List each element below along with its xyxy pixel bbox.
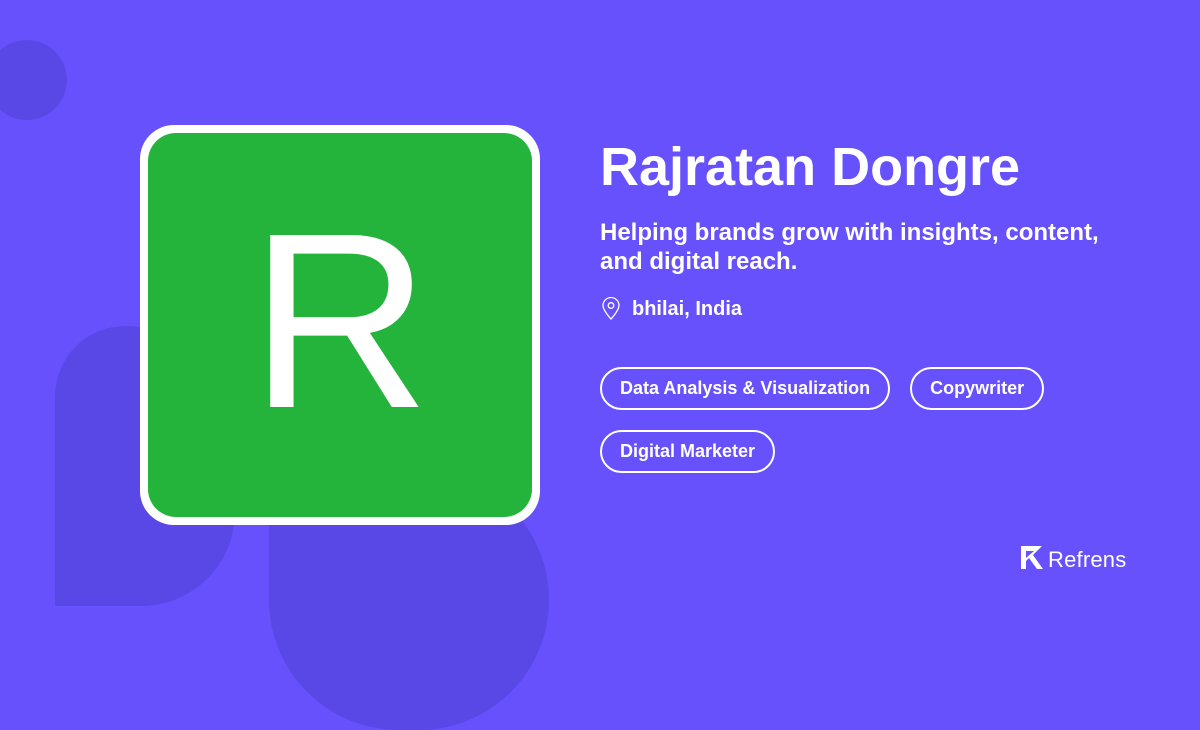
profile-tagline: Helping brands grow with insights, conte… — [600, 219, 1099, 275]
location-text: bhilai, India — [632, 297, 743, 320]
profile-location: bhilai, India — [600, 297, 742, 321]
decorative-circle — [0, 40, 67, 120]
skill-tag: Data Analysis & Visualization — [600, 367, 891, 410]
brand-logo: Refrens — [1019, 544, 1126, 576]
brand-name: Refrens — [1048, 547, 1127, 572]
avatar-initial: R — [249, 181, 431, 460]
avatar-background: R — [148, 133, 532, 517]
avatar: R — [140, 125, 540, 525]
skill-tag: Digital Marketer — [600, 430, 776, 473]
profile-name: Rajratan Dongre — [600, 137, 1021, 197]
refrens-logo-icon — [1019, 544, 1044, 576]
skill-tags: Data Analysis & Visualization Copywriter… — [600, 367, 1120, 473]
skill-tag: Copywriter — [910, 367, 1045, 410]
location-pin-icon — [600, 297, 622, 321]
